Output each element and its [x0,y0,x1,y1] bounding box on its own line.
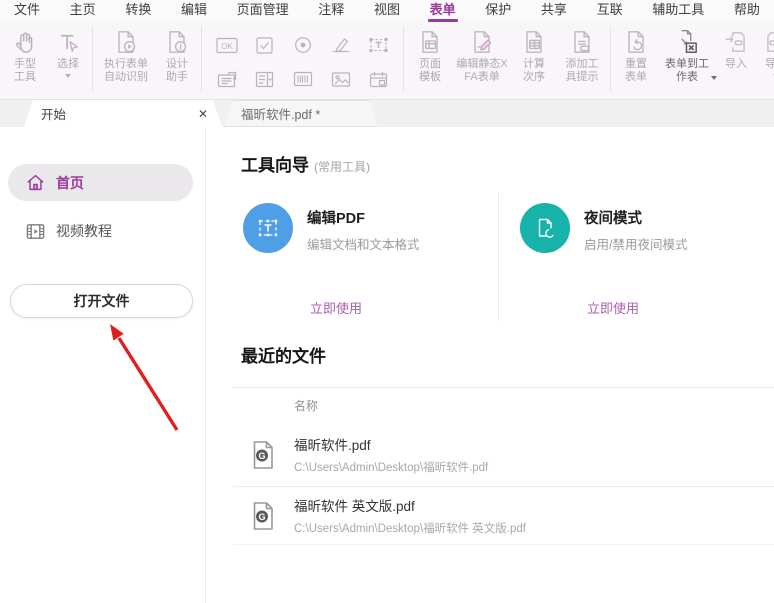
menu-page-management[interactable]: 页面管理 [237,0,289,22]
menu-bar: 文件 主页 转换 编辑 页面管理 注释 视图 表单 保护 共享 互联 辅助工具 … [0,0,774,22]
edit-pdf-icon [243,203,293,253]
sidebar-item-home[interactable]: 首页 [8,164,193,201]
foxit-form-tab-window: 文件 主页 转换 编辑 页面管理 注释 视图 表单 保护 共享 互联 辅助工具 … [0,0,774,603]
menu-connect[interactable]: 互联 [597,0,623,22]
calculation-order-icon [520,26,548,58]
svg-text:G: G [258,450,265,460]
form-recognition-icon [112,26,140,58]
design-assistant-button[interactable]: 设计助手 [157,26,197,84]
card-divider [498,193,499,321]
import-icon [722,26,750,58]
card-description: 编辑文档和文本格式 [307,234,420,253]
text-field-icon[interactable] [366,34,392,56]
ribbon-group-form-edit: 页面模板 编辑静态XFA表单 计算次序 [404,26,611,92]
open-file-button[interactable]: 打开文件 [10,284,193,318]
tool-card-night-mode[interactable]: 夜间模式 启用/禁用夜间模式 立即使用 [518,193,772,321]
menu-edit[interactable]: 编辑 [181,0,207,22]
file-name: 福昕软件.pdf [294,434,488,454]
chevron-down-icon [711,76,717,80]
start-page-content: 工具向导(常用工具) 编辑PDF 编辑文档和文本格式 立即使用 [207,127,774,603]
form-ribbon: 手型工具 选择 [0,22,774,100]
select-annotation-icon [55,26,82,58]
ribbon-group-form-data: 重置表单 表单到工作表 [611,26,774,92]
file-path: C:\Users\Admin\Desktop\福昕软件 英文版.pdf [294,520,526,536]
tool-wizard-title: 工具向导(常用工具) [241,151,370,176]
use-now-link-night-mode[interactable]: 立即使用 [518,298,708,317]
file-name: 福昕软件 英文版.pdf [294,495,526,515]
svg-text:G: G [258,511,265,521]
card-title: 编辑PDF [307,207,365,228]
recent-file-row[interactable]: G 福昕软件 英文版.pdf C:\Users\Admin\Desktop\福昕… [233,487,774,545]
menu-help[interactable]: 帮助 [734,0,760,22]
menu-comment[interactable]: 注释 [318,0,344,22]
check-box-field-icon[interactable] [252,34,278,56]
pdf-file-icon: G [251,501,275,531]
calculation-order-button[interactable]: 计算次序 [512,26,556,84]
menu-view[interactable]: 视图 [374,0,400,22]
list-box-field-icon[interactable] [214,68,240,90]
recent-files-title: 最近的文件 [241,342,326,367]
tab-document[interactable]: 福昕软件.pdf * [224,100,378,127]
date-field-icon[interactable] [366,68,392,90]
run-form-auto-recognition-button[interactable]: 执行表单自动识别 [97,26,155,84]
card-title: 夜间模式 [584,207,642,228]
image-field-icon[interactable] [328,68,354,90]
reset-form-button[interactable]: 重置表单 [615,26,657,84]
design-assistant-icon [163,26,191,58]
tool-card-edit-pdf[interactable]: 编辑PDF 编辑文档和文本格式 立即使用 [241,193,496,321]
close-tab-icon[interactable]: ✕ [198,107,208,121]
hand-tool-button[interactable]: 手型工具 [4,26,46,84]
use-now-link-edit-pdf[interactable]: 立即使用 [241,298,431,317]
export-icon [762,26,774,58]
signature-field-icon[interactable] [328,34,354,56]
add-tooltips-button[interactable]: 添加工具提示 [558,26,606,84]
chevron-down-icon [65,74,71,78]
menu-convert[interactable]: 转换 [125,0,151,22]
push-button-field-icon[interactable]: OK [214,34,240,56]
recent-files-table: 名称 G 福昕软件.pdf C:\Users\Admin\Desktop\福昕软… [233,387,774,545]
form-to-sheet-button[interactable]: 表单到工作表 [659,26,715,84]
page-template-icon [416,26,444,58]
form-to-sheet-icon [673,26,701,58]
hand-icon [12,26,39,58]
radio-button-field-icon[interactable] [290,34,316,56]
menu-protect[interactable]: 保护 [485,0,511,22]
tab-start[interactable]: 开始 ✕ [24,100,222,127]
reset-form-icon [622,26,650,58]
select-tool-button[interactable]: 选择 [48,26,88,78]
add-tooltips-icon [568,26,596,58]
import-button[interactable]: 导入 [717,26,755,71]
ribbon-group-form-fields: OK [202,26,404,92]
card-description: 启用/禁用夜间模式 [584,234,687,253]
edit-static-xfa-button[interactable]: 编辑静态XFA表单 [454,26,510,84]
file-path: C:\Users\Admin\Desktop\福昕软件.pdf [294,459,488,475]
start-page-sidebar: 首页 视频教程 打开文件 [0,127,206,603]
menu-home[interactable]: 主页 [70,0,96,22]
sidebar-item-video-tutorials[interactable]: 视频教程 [8,215,193,247]
recent-file-row[interactable]: G 福昕软件.pdf C:\Users\Admin\Desktop\福昕软件.p… [233,423,774,487]
ribbon-group-tools: 手型工具 选择 [0,26,93,92]
page-template-button[interactable]: 页面模板 [408,26,452,84]
night-mode-icon [520,203,570,253]
menu-share[interactable]: 共享 [541,0,567,22]
combo-box-field-icon[interactable] [252,68,278,90]
pdf-file-icon: G [251,440,275,470]
edit-xfa-icon [468,26,496,58]
barcode-field-icon[interactable] [290,68,316,90]
document-tab-bar: 开始 ✕ 福昕软件.pdf * [0,100,774,127]
menu-accessibility[interactable]: 辅助工具 [652,0,704,22]
home-icon [25,172,46,193]
menu-file[interactable]: 文件 [14,0,40,22]
ribbon-group-recognition: 执行表单自动识别 设计助手 [93,26,202,92]
export-button[interactable]: 导出 [757,26,774,78]
name-column-header: 名称 [233,388,774,423]
tool-wizard-subtitle: (常用工具) [314,160,370,174]
svg-text:OK: OK [221,42,233,51]
video-tutorial-icon [25,221,46,242]
menu-form-active[interactable]: 表单 [430,0,456,22]
